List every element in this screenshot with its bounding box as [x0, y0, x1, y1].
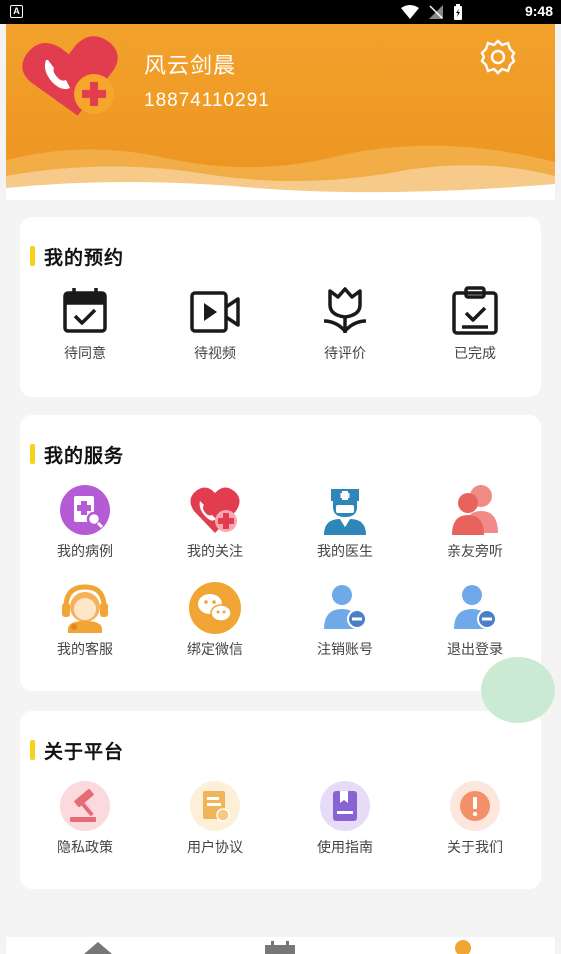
username: 风云剑晨	[144, 54, 237, 79]
profile-header: 风云剑晨 18874110291	[6, 24, 555, 200]
service-my-doctor[interactable]: 我的医生	[280, 483, 410, 573]
status-bar: A 9:48	[0, 0, 561, 24]
platform-about-us[interactable]: 关于我们	[410, 779, 540, 869]
heart-plus-icon	[190, 487, 240, 533]
user-remove-icon	[324, 585, 367, 629]
service-bind-wechat[interactable]: 绑定微信	[150, 581, 280, 671]
gear-icon[interactable]	[479, 38, 517, 76]
app-badge-icon: A	[10, 5, 23, 18]
appointment-review[interactable]: 待评价	[280, 285, 410, 375]
doctor-icon	[324, 489, 366, 535]
gavel-icon	[60, 781, 110, 831]
medical-record-icon	[60, 485, 110, 535]
appointments-title: 我的预约	[30, 245, 124, 269]
tulip-icon	[323, 287, 367, 333]
floating-assistant-bubble[interactable]	[481, 657, 555, 723]
battery-icon	[454, 4, 462, 20]
agreement-icon	[190, 781, 240, 831]
info-icon	[450, 781, 500, 831]
phone-number: 18874110291	[144, 90, 270, 111]
video-icon	[190, 291, 240, 333]
clipboard-check-icon	[452, 286, 498, 335]
platform-card: 关于平台 隐私政策 用户协议 使用指南 关于我们	[20, 711, 541, 889]
calendar-tab-icon[interactable]	[262, 939, 298, 954]
platform-privacy-policy[interactable]: 隐私政策	[20, 779, 150, 869]
service-medical-record[interactable]: 我的病例	[20, 483, 150, 573]
wifi-icon	[401, 5, 419, 19]
service-family-listen[interactable]: 亲友旁听	[410, 483, 540, 573]
bottom-tab-bar	[6, 937, 555, 954]
platform-title: 关于平台	[30, 739, 124, 763]
calendar-check-icon	[63, 288, 107, 333]
appointment-pending[interactable]: 待同意	[20, 285, 150, 375]
guide-book-icon	[320, 781, 370, 831]
home-tab-icon[interactable]	[80, 939, 116, 954]
service-following[interactable]: 我的关注	[150, 483, 280, 573]
profile-tab-icon[interactable]	[452, 939, 474, 954]
status-icons	[401, 4, 463, 20]
appointments-card: 我的预约 待同意 待视频 待评价 已完成	[20, 217, 541, 397]
status-time: 9:48	[524, 3, 553, 19]
family-icon	[452, 485, 498, 535]
customer-service-icon	[62, 584, 108, 633]
appointment-completed[interactable]: 已完成	[410, 285, 540, 375]
page-body: 我的预约 待同意 待视频 待评价 已完成 我的服务 我的病例 我的关注 我的医生…	[6, 200, 555, 954]
header-waves	[6, 145, 555, 200]
service-customer-service[interactable]: 我的客服	[20, 581, 150, 671]
logout-user-icon	[454, 585, 497, 629]
platform-user-agreement[interactable]: 用户协议	[150, 779, 280, 869]
no-signal-icon	[429, 5, 443, 19]
services-card: 我的服务 我的病例 我的关注 我的医生 亲友旁听 我的客服 绑定微信 注销账号 …	[20, 415, 541, 691]
platform-user-guide[interactable]: 使用指南	[280, 779, 410, 869]
services-title: 我的服务	[30, 443, 124, 467]
appointment-video[interactable]: 待视频	[150, 285, 280, 375]
avatar[interactable]	[22, 32, 124, 120]
wechat-icon	[189, 582, 241, 634]
service-delete-account[interactable]: 注销账号	[280, 581, 410, 671]
